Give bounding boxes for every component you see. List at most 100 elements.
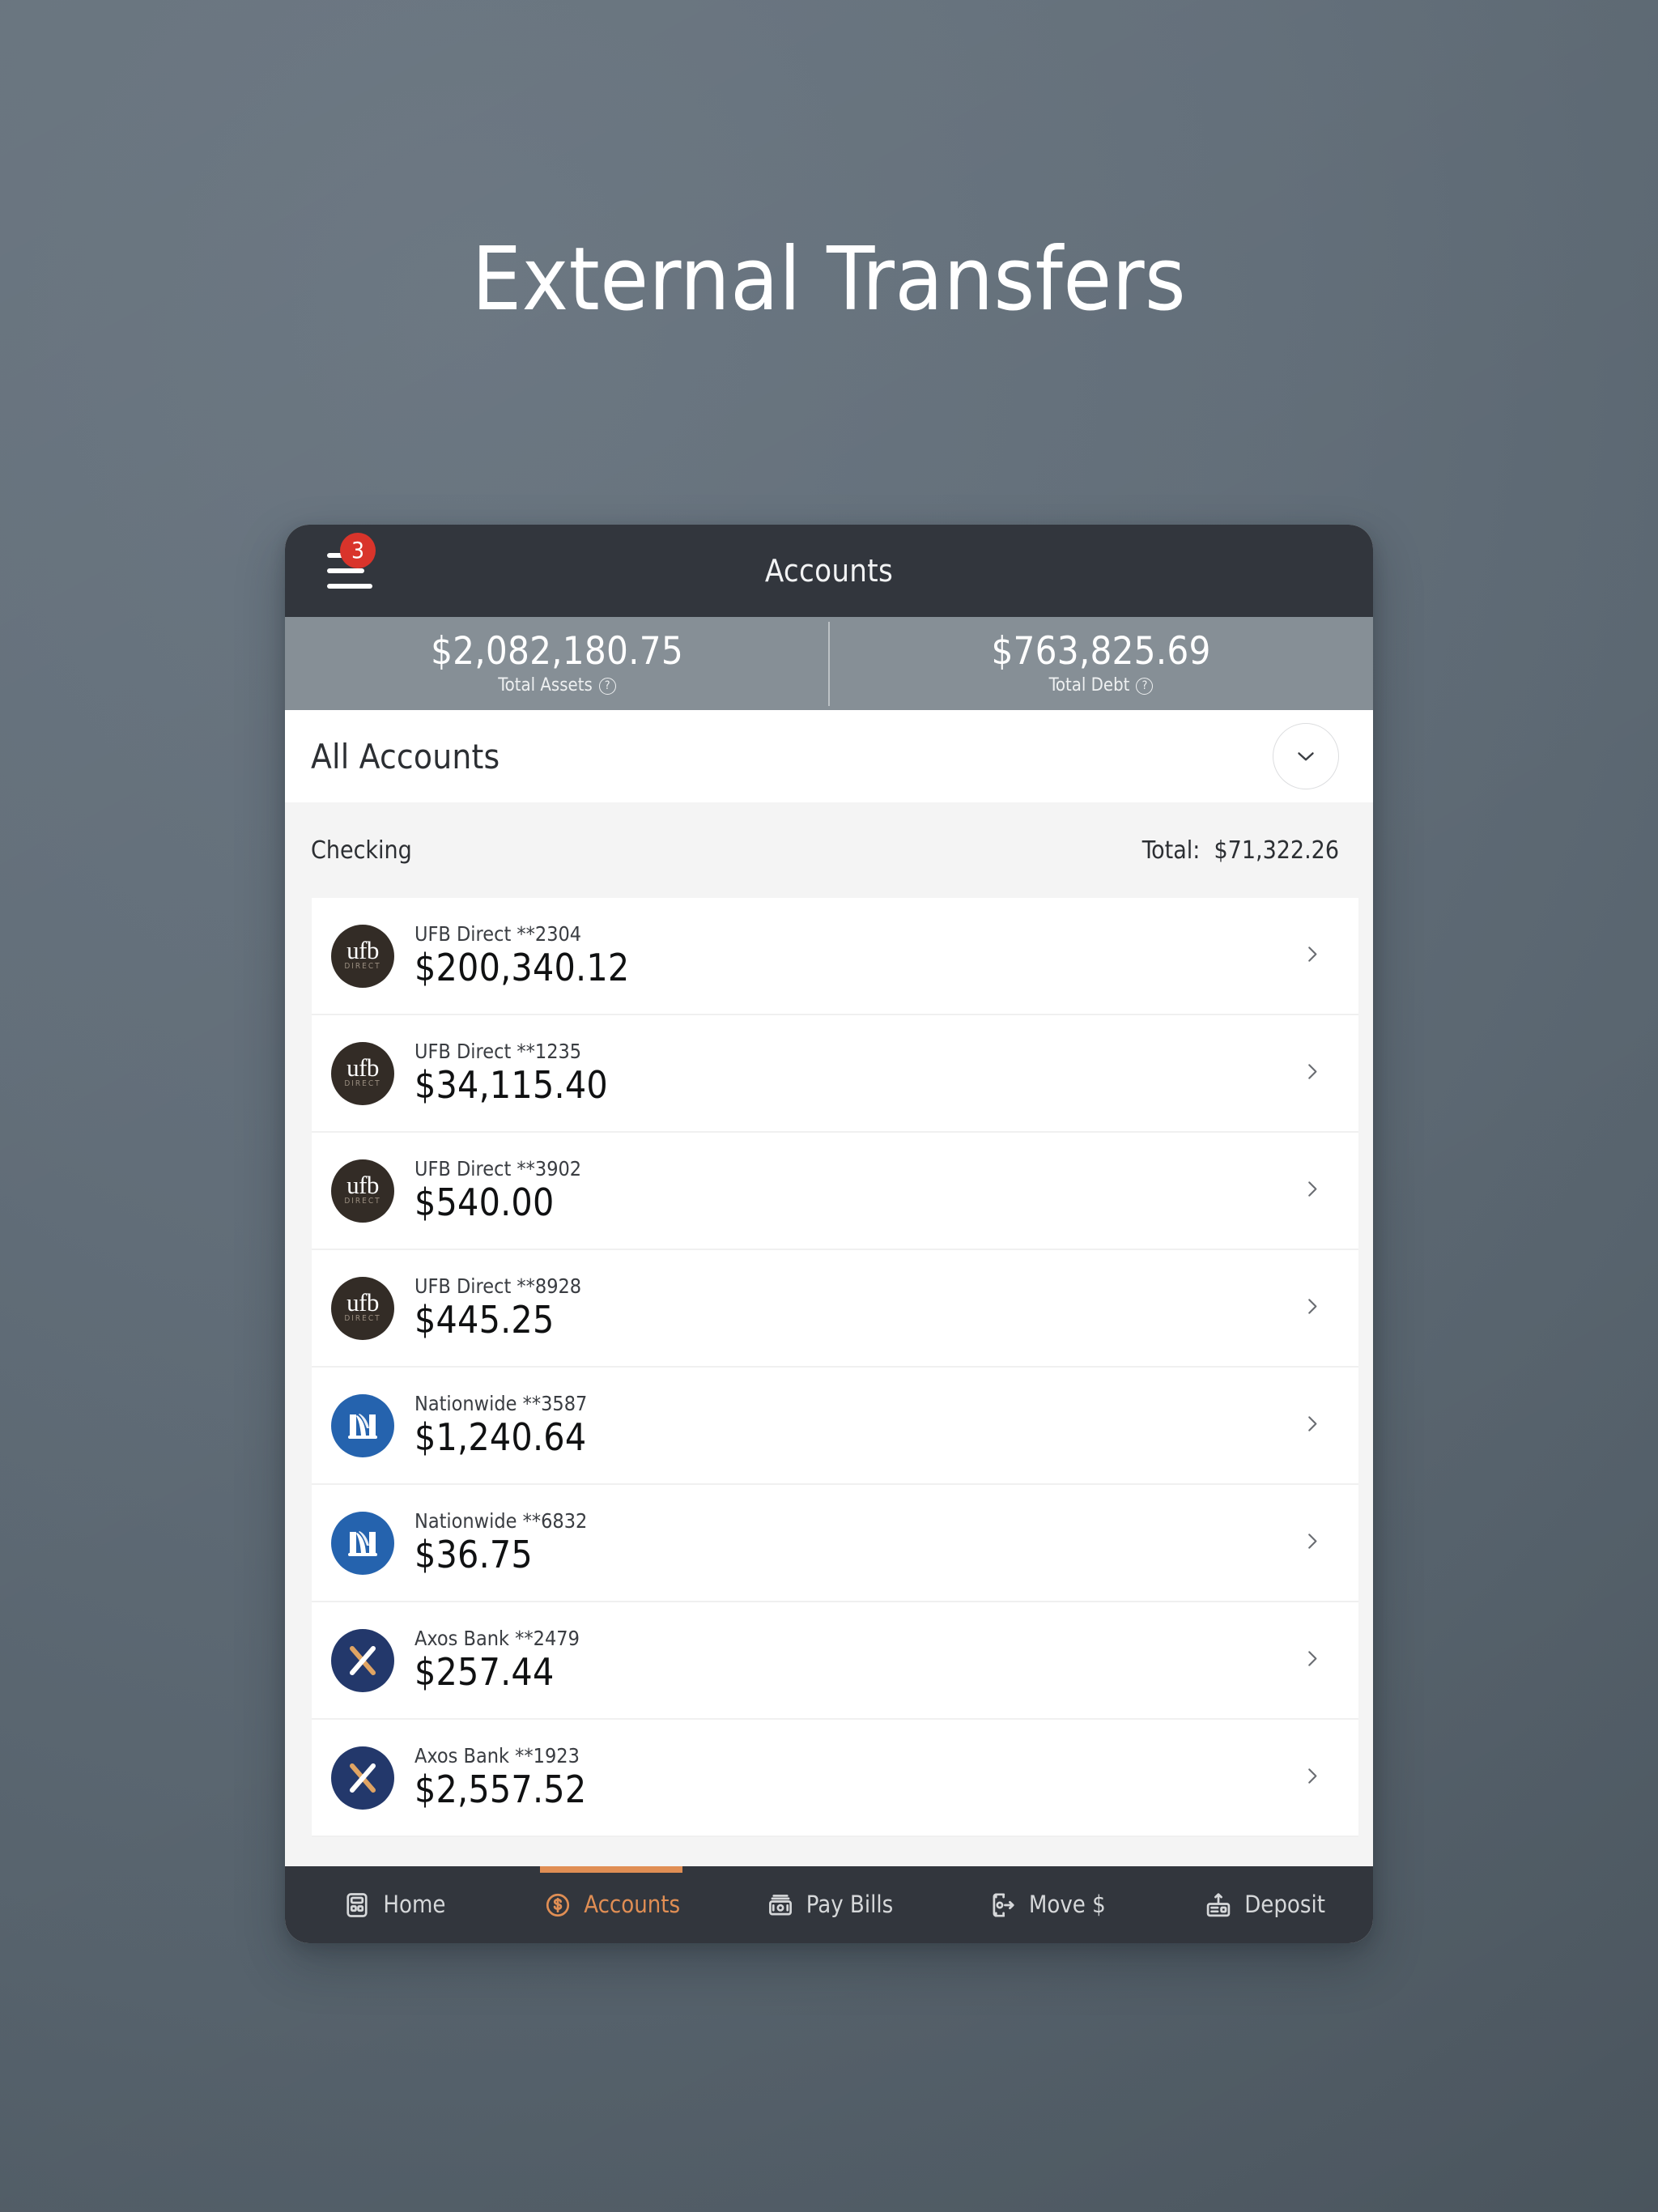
total-debt-label: Total Debt ? xyxy=(1049,677,1154,695)
transfer-money-icon xyxy=(993,1892,1014,1917)
home-icon-wrap xyxy=(342,1890,372,1921)
account-balance: $1,240.64 xyxy=(414,1415,587,1460)
account-text: Axos Bank **1923 $2,557.52 xyxy=(414,1746,586,1809)
account-text: Nationwide **3587 $1,240.64 xyxy=(414,1393,587,1457)
ufb-logo-stack: ufb DIRECT xyxy=(344,1171,381,1206)
account-row[interactable]: ufb DIRECT UFB Direct **2304 $200,340.12 xyxy=(312,898,1358,1015)
phone-screen: 3 Accounts $2,082,180.75 Total Assets ? … xyxy=(285,525,1373,1943)
ufb-logo-secondary-text: DIRECT xyxy=(344,1078,381,1088)
account-balance: $2,557.52 xyxy=(414,1767,587,1812)
accounts-list[interactable]: ufb DIRECT UFB Direct **2304 $200,340.12 ufb… xyxy=(285,898,1373,1906)
ufb-logo-stack: ufb DIRECT xyxy=(344,1288,381,1323)
account-row[interactable]: Nationwide **6832 $36.75 xyxy=(312,1485,1358,1602)
axos-x-glyph xyxy=(350,1763,376,1793)
tab-label: Home xyxy=(383,1891,446,1918)
total-debt-amount: $763,825.69 xyxy=(991,629,1211,674)
deposit-check-icon xyxy=(1206,1892,1231,1916)
all-accounts-header: All Accounts xyxy=(285,710,1373,802)
chevron-right-icon xyxy=(1308,946,1317,962)
coin-icon-wrap xyxy=(542,1890,573,1921)
account-row[interactable]: ufb DIRECT UFB Direct **8928 $445.25 xyxy=(312,1250,1358,1368)
account-name: UFB Direct **3902 xyxy=(414,1157,582,1181)
tab-move[interactable]: Move $ xyxy=(937,1866,1155,1943)
banknote-icon-wrap xyxy=(765,1890,796,1921)
ufb-logo-primary-text: ufb xyxy=(346,1288,379,1317)
total-assets-amount: $2,082,180.75 xyxy=(431,629,683,674)
coin-dollar-icon xyxy=(546,1893,570,1916)
tab-home[interactable]: Home xyxy=(285,1866,503,1943)
ufb-logo-primary-text: ufb xyxy=(346,936,379,965)
account-text: Axos Bank **2479 $257.44 xyxy=(414,1628,580,1691)
help-icon[interactable]: ? xyxy=(1136,677,1154,695)
ufb-direct-logo-icon: ufb DIRECT xyxy=(331,1041,394,1105)
account-balance: $200,340.12 xyxy=(414,946,630,990)
account-text: UFB Direct **8928 $445.25 xyxy=(414,1276,581,1339)
ufb-direct-logo-icon: ufb DIRECT xyxy=(331,1159,394,1223)
account-name: Axos Bank **1923 xyxy=(414,1744,580,1768)
hamburger-line xyxy=(327,568,364,573)
chevron-right-icon xyxy=(1308,1650,1317,1666)
ufb-logo-secondary-text: DIRECT xyxy=(344,961,381,971)
nationwide-logo-icon xyxy=(331,1393,394,1457)
account-text: UFB Direct **3902 $540.00 xyxy=(414,1159,581,1222)
row-chevron xyxy=(1300,1294,1324,1322)
chevron-right-icon xyxy=(1308,1298,1317,1314)
group-total-label: Total: xyxy=(1141,836,1201,865)
tab-accounts[interactable]: Accounts xyxy=(503,1866,721,1943)
account-row[interactable]: ufb DIRECT UFB Direct **3902 $540.00 xyxy=(312,1133,1358,1250)
account-name: UFB Direct **1235 xyxy=(414,1040,582,1064)
row-chevron xyxy=(1300,1763,1324,1792)
tab-pay-bills[interactable]: Pay Bills xyxy=(721,1866,938,1943)
ufb-logo-primary-text: ufb xyxy=(346,1171,379,1200)
chevron-right-icon xyxy=(1308,1767,1317,1784)
total-assets-cell[interactable]: $2,082,180.75 Total Assets ? xyxy=(285,632,829,695)
expand-accounts-button[interactable] xyxy=(1273,723,1339,789)
page-title-all-accounts: All Accounts xyxy=(311,736,500,776)
axos-bank-logo-icon xyxy=(331,1628,394,1692)
help-icon[interactable]: ? xyxy=(598,677,616,695)
hamburger-line xyxy=(327,584,372,589)
ufb-direct-logo-icon: ufb DIRECT xyxy=(331,1276,394,1340)
nationwide-eagle-glyph xyxy=(348,1530,377,1556)
tab-label: Accounts xyxy=(584,1891,681,1918)
account-group-header: Checking Total: $71,322.26 xyxy=(285,802,1373,898)
chevron-right-icon xyxy=(1308,1180,1317,1197)
tab-label: Pay Bills xyxy=(806,1891,894,1918)
account-row[interactable]: Axos Bank **2479 $257.44 xyxy=(312,1602,1358,1720)
group-name: Checking xyxy=(311,836,412,865)
row-chevron xyxy=(1300,1059,1324,1087)
account-row[interactable]: Axos Bank **1923 $2,557.52 xyxy=(312,1720,1358,1837)
banknote-icon xyxy=(768,1894,792,1915)
account-name: Nationwide **6832 xyxy=(414,1509,588,1534)
account-balance: $445.25 xyxy=(414,1298,555,1342)
account-text: Nationwide **6832 $36.75 xyxy=(414,1511,587,1574)
tab-label: Deposit xyxy=(1244,1891,1325,1918)
account-name: Nationwide **3587 xyxy=(414,1392,588,1416)
transfer-icon-wrap xyxy=(988,1890,1018,1921)
summary-divider xyxy=(828,621,830,706)
bottom-tab-bar: Home Accounts Pay Bills Move $ Deposit xyxy=(285,1866,1373,1943)
totals-summary-bar: $2,082,180.75 Total Assets ? $763,825.69… xyxy=(285,617,1373,710)
chevron-right-icon xyxy=(1308,1533,1317,1549)
row-chevron xyxy=(1300,942,1324,970)
ufb-logo-stack: ufb DIRECT xyxy=(344,1053,381,1088)
axos-bank-logo-icon xyxy=(331,1746,394,1810)
account-row[interactable]: Nationwide **3587 $1,240.64 xyxy=(312,1368,1358,1485)
ufb-logo-secondary-text: DIRECT xyxy=(344,1313,381,1323)
row-chevron xyxy=(1300,1529,1324,1557)
ufb-logo-primary-text: ufb xyxy=(346,1053,379,1083)
chevron-right-icon xyxy=(1308,1063,1317,1079)
app-bar-title: Accounts xyxy=(764,553,894,589)
tab-deposit[interactable]: Deposit xyxy=(1155,1866,1373,1943)
account-balance: $257.44 xyxy=(414,1650,555,1695)
total-assets-label: Total Assets ? xyxy=(498,677,616,695)
app-bar: 3 Accounts xyxy=(285,525,1373,617)
account-row[interactable]: ufb DIRECT UFB Direct **1235 $34,115.40 xyxy=(312,1015,1358,1133)
row-chevron xyxy=(1300,1176,1324,1205)
page-title: External Transfers xyxy=(471,229,1187,330)
row-chevron xyxy=(1300,1646,1324,1674)
account-balance: $36.75 xyxy=(414,1533,533,1577)
notification-badge: 3 xyxy=(340,533,376,568)
total-debt-cell[interactable]: $763,825.69 Total Debt ? xyxy=(829,632,1373,695)
ufb-logo-secondary-text: DIRECT xyxy=(344,1196,381,1206)
